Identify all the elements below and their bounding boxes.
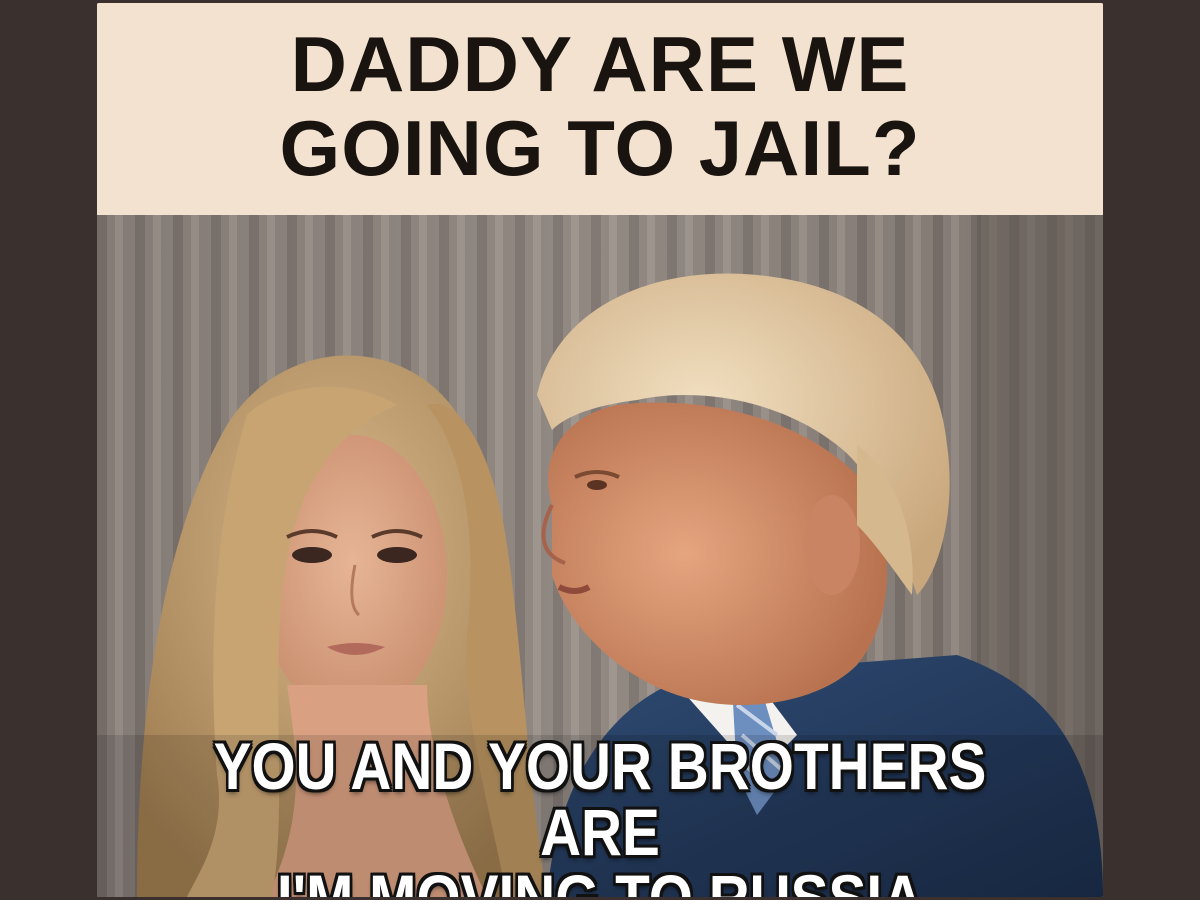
top-caption-band: DADDY ARE WE GOING TO JAIL? — [97, 3, 1103, 215]
bottom-caption: YOU AND YOUR BROTHERS ARE I'M MOVING TO … — [213, 729, 987, 897]
top-caption: DADDY ARE WE GOING TO JAIL? — [279, 20, 921, 192]
meme-image: DADDY ARE WE GOING TO JAIL? YOU AND YOUR… — [97, 3, 1103, 897]
